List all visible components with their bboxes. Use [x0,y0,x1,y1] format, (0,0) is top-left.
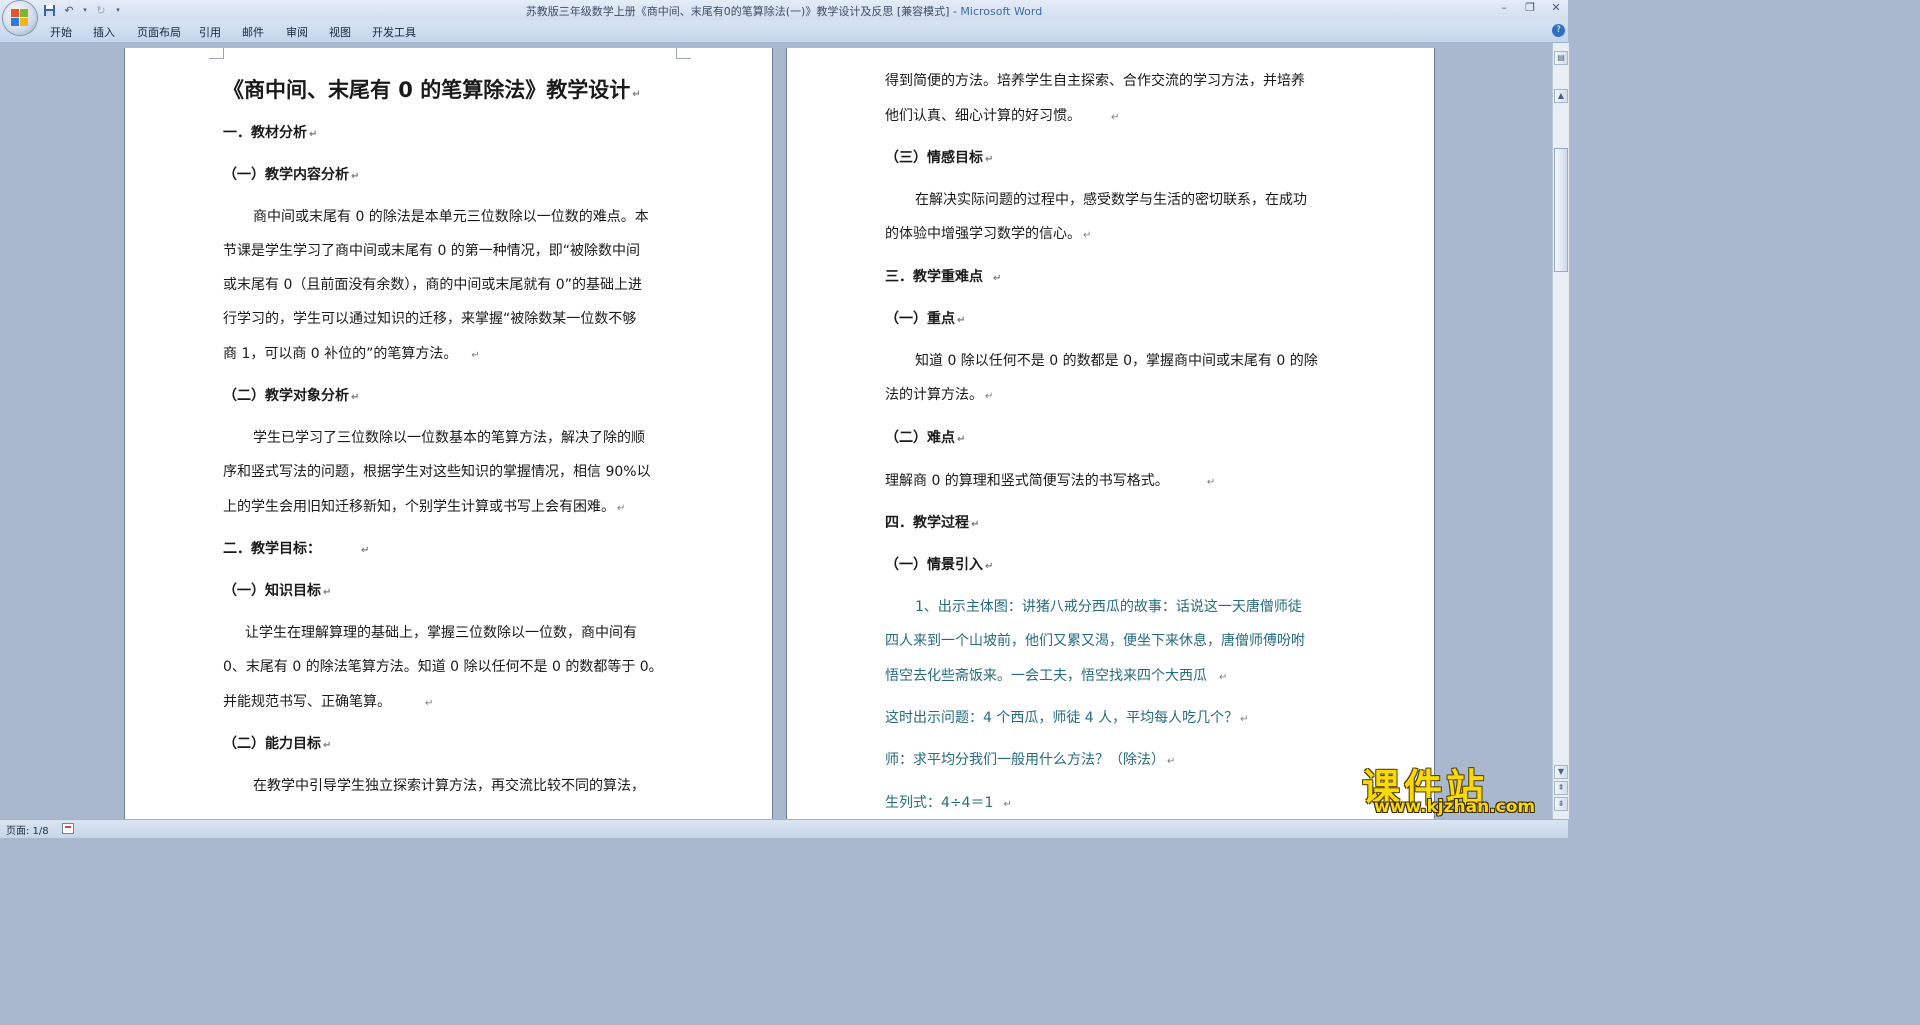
tab-home[interactable]: 开始 [50,24,72,40]
document-area: 《商中间、末尾有 0 的笔算除法》教学设计 ↵ 一．教材分析 ↵ （一）教学内容分析… [0,43,1552,819]
subsection-heading: （一）情景引入 ↵ [885,557,994,573]
subsection-heading: （一）知识目标 ↵ [223,583,332,599]
proofing-icon[interactable] [62,823,74,834]
tab-page-layout[interactable]: 页面布局 [137,24,181,40]
paragraph-line: 学生已学习了三位数除以一位数基本的笔算方法，解决了除的顺 [253,430,645,446]
paragraph-line: 行学习的，学生可以通过知识的迁移，来掌握“被除数某一位数不够 [223,311,637,327]
scroll-up-icon[interactable]: ▲ [1554,89,1568,103]
application-name: Microsoft Word [960,5,1043,18]
paragraph-line: 理解商 0 的算理和竖式简便写法的书写格式。 ↵ [885,473,1216,489]
page-left[interactable]: 《商中间、末尾有 0 的笔算除法》教学设计 ↵ 一．教材分析 ↵ （一）教学内容分析… [125,48,772,819]
paragraph-line: 在解决实际问题的过程中，感受数学与生活的密切联系，在成功 [915,192,1307,208]
paragraph-line: 这时出示问题：4 个西瓜，师徒 4 人，平均每人吃几个？ ↵ [885,710,1249,726]
section-heading: 三．教学重难点 ↵ [885,269,1002,285]
ribbon-tabs: 开始 插入 页面布局 引用 邮件 审阅 视图 开发工具 ? [0,20,1568,43]
subsection-heading: （二）能力目标 ↵ [223,736,332,752]
paragraph-line: 让学生在理解算理的基础上，掌握三位数除以一位数，商中间有 [245,625,637,641]
paragraph-line: 法的计算方法。 ↵ [885,387,994,403]
paragraph-line: 并能规范书写、正确笔算。 ↵ [223,694,434,710]
window-controls: – ❐ ✕ [1498,1,1562,14]
section-heading: 一．教材分析 ↵ [223,125,318,141]
crop-mark [676,48,691,59]
restore-button[interactable]: ❐ [1524,1,1536,14]
paragraph-line: 他们认真、细心计算的好习惯。 ↵ [885,108,1120,124]
document-heading: 《商中间、末尾有 0 的笔算除法》教学设计 ↵ [223,78,641,102]
status-bar: 页面: 1/8 [0,819,1568,838]
subsection-heading: （三）情感目标 ↵ [885,150,994,166]
paragraph-line: 上的学生会用旧知迁移新知，个别学生计算或书写上会有困难。 ↵ [223,499,626,515]
tab-references[interactable]: 引用 [199,24,221,40]
ruler-toggle-icon[interactable]: ▤ [1554,51,1568,65]
help-icon[interactable]: ? [1552,24,1565,37]
tab-insert[interactable]: 插入 [93,24,115,40]
section-heading: 四．教学过程 ↵ [885,515,980,531]
paragraph-line: 的体验中增强学习数学的信心。 ↵ [885,226,1092,242]
office-logo-icon [11,9,29,27]
document-title: 苏教版三年级数学上册《商中间、末尾有0的笔算除法(一)》教学设计及反思 [兼容模… [525,5,961,18]
close-button[interactable]: ✕ [1550,1,1562,14]
scroll-thumb[interactable] [1554,148,1568,272]
paragraph-line: 商 1，可以商 0 补位的”的笔算方法。 ↵ [223,346,480,362]
paragraph-line: 商中间或末尾有 0 的除法是本单元三位数除以一位数的难点。本 [253,209,649,225]
subsection-heading: （二）教学对象分析 ↵ [223,388,360,404]
tab-developer[interactable]: 开发工具 [372,24,416,40]
paragraph-line: 1、出示主体图：讲猪八戒分西瓜的故事：话说这一天唐僧师徒 [915,599,1302,615]
paragraph-line: 得到简便的方法。培养学生自主探索、合作交流的学习方法，并培养 [885,73,1305,89]
window-title: 苏教版三年级数学上册《商中间、末尾有0的笔算除法(一)》教学设计及反思 [兼容模… [0,3,1568,19]
watermark-url: www.kjzhan.com [1374,797,1536,817]
paragraph-line: 在教学中引导学生独立探索计算方法，再交流比较不同的算法， [253,778,645,794]
subsection-heading: （二）难点 ↵ [885,430,966,446]
section-heading: 二．教学目标： ↵ [223,541,370,557]
paragraph-line: 序和竖式写法的问题，根据学生对这些知识的掌握情况，相信 90%以 [223,464,651,480]
paragraph-line: 师：求平均分我们一般用什么方法？（除法） ↵ [885,752,1176,768]
paragraph-line: 0、末尾有 0 的除法笔算方法。知道 0 除以任何不是 0 的数都等于 0。 [223,659,663,675]
paragraph-line: 知道 0 除以任何不是 0 的数都是 0，掌握商中间或末尾有 0 的除 [915,353,1318,369]
watermark-logo: 课件站 www.kjzhan.com [1362,757,1558,819]
tab-mailings[interactable]: 邮件 [242,24,264,40]
paragraph-line: 节课是学生学习了商中间或末尾有 0 的第一种情况，即“被除数中间 [223,243,641,259]
title-bar: ↶ ▾ ↻ ▾ 苏教版三年级数学上册《商中间、末尾有0的笔算除法(一)》教学设计… [0,0,1568,20]
tab-review[interactable]: 审阅 [286,24,308,40]
office-button[interactable] [3,1,37,35]
paragraph-line: 四人来到一个山坡前，他们又累又渴，便坐下来休息，唐僧师傅吩咐 [885,633,1305,649]
subsection-heading: （一）重点 ↵ [885,311,966,327]
minimize-button[interactable]: – [1498,1,1510,14]
tab-view[interactable]: 视图 [329,24,351,40]
vertical-scrollbar[interactable]: ▤ ▲ ▼ ⇞ ⇟ [1552,43,1569,819]
subsection-heading: （一）教学内容分析 ↵ [223,167,360,183]
crop-mark [209,48,224,59]
paragraph-line: 悟空去化些斋饭来。一会工夫，悟空找来四个大西瓜 ↵ [885,668,1228,684]
paragraph-line: 生列式：4÷4＝1 ↵ [885,795,1012,811]
paragraph-line: 或末尾有 0（且前面没有余数），商的中间或末尾就有 0”的基础上进 [223,277,642,293]
page-right[interactable]: 得到简便的方法。培养学生自主探索、合作交流的学习方法，并培养 他们认真、细心计算… [787,48,1434,819]
page-indicator[interactable]: 页面: 1/8 [6,822,49,837]
